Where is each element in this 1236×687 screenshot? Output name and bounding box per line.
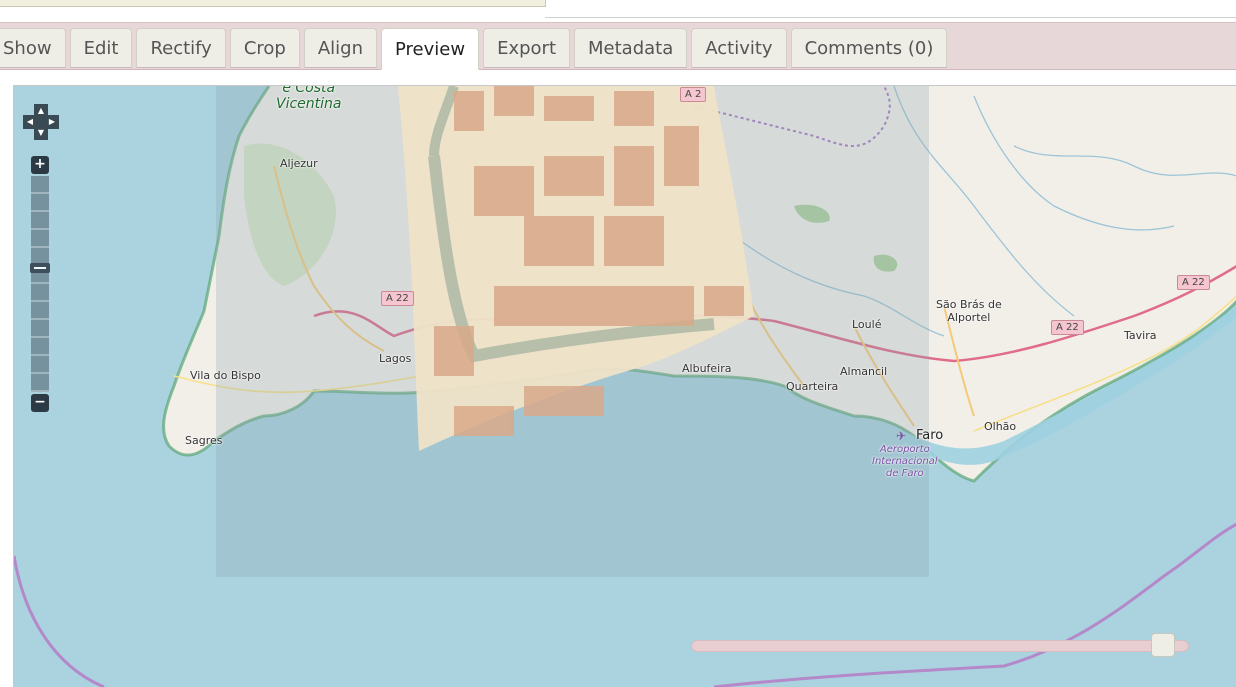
tab-activity[interactable]: Activity (691, 28, 787, 68)
tab-show[interactable]: Show (0, 28, 66, 68)
label-sagres: Sagres (185, 434, 223, 447)
label-faro: Faro (916, 428, 944, 443)
label-tavira: Tavira (1124, 329, 1157, 342)
map-viewport[interactable]: e Costa Vicentina Aljezur Vila do Bispo … (13, 85, 1236, 687)
tab-export[interactable]: Export (483, 28, 571, 68)
tab-crop[interactable]: Crop (229, 28, 300, 68)
shield-a22-east: A 22 (1177, 275, 1210, 290)
airport-icon: ✈ (896, 429, 907, 443)
maritime-boundary (14, 555, 105, 687)
label-quarteira: Quarteira (786, 380, 839, 393)
shield-a22-west: A 22 (381, 291, 414, 306)
tab-list: Show Edit Rectify Crop Align Preview Exp… (0, 28, 948, 70)
label-lagos: Lagos (379, 352, 412, 365)
shield-a22-mid: A 22 (1051, 320, 1084, 335)
tab-preview[interactable]: Preview (381, 28, 480, 70)
zoom-out-button[interactable]: − (31, 394, 49, 412)
label-airport: Aeroporto Internacional de Faro (872, 444, 938, 479)
label-loule: Loulé (852, 318, 882, 331)
tab-edit[interactable]: Edit (69, 28, 133, 68)
zoom-in-button[interactable]: + (31, 156, 49, 174)
label-almancil: Almancil (840, 365, 888, 378)
shield-a2: A 2 (680, 87, 707, 102)
opacity-slider-track[interactable] (691, 640, 1189, 652)
label-costa-vicentina: e Costa Vicentina (276, 85, 342, 112)
tab-align[interactable]: Align (303, 28, 378, 68)
pan-down-icon[interactable]: ▼ (34, 126, 48, 140)
basemap (14, 86, 1236, 687)
divider (545, 17, 1236, 18)
zoom-slider-handle[interactable] (30, 262, 50, 273)
label-olhao: Olhão (984, 420, 1017, 433)
label-sao-bras: São Brás de Alportel (936, 298, 1002, 324)
tab-comments[interactable]: Comments (0) (790, 28, 948, 68)
tab-metadata[interactable]: Metadata (574, 28, 688, 68)
opacity-slider-handle[interactable] (1150, 633, 1175, 657)
zoom-slider-track[interactable] (30, 176, 50, 392)
tab-bar: Show Edit Rectify Crop Align Preview Exp… (0, 22, 1236, 70)
label-albufeira: Albufeira (682, 362, 732, 375)
title-input-field[interactable] (0, 0, 546, 7)
label-aljezur: Aljezur (280, 157, 318, 170)
pan-control: ▲ ◀ ▶ ▼ (23, 104, 59, 140)
label-vila-do-bispo: Vila do Bispo (190, 369, 261, 382)
tab-rectify[interactable]: Rectify (136, 28, 226, 68)
zoom-control: + − (30, 156, 50, 412)
overlay-opacity-slider[interactable] (691, 633, 1189, 657)
